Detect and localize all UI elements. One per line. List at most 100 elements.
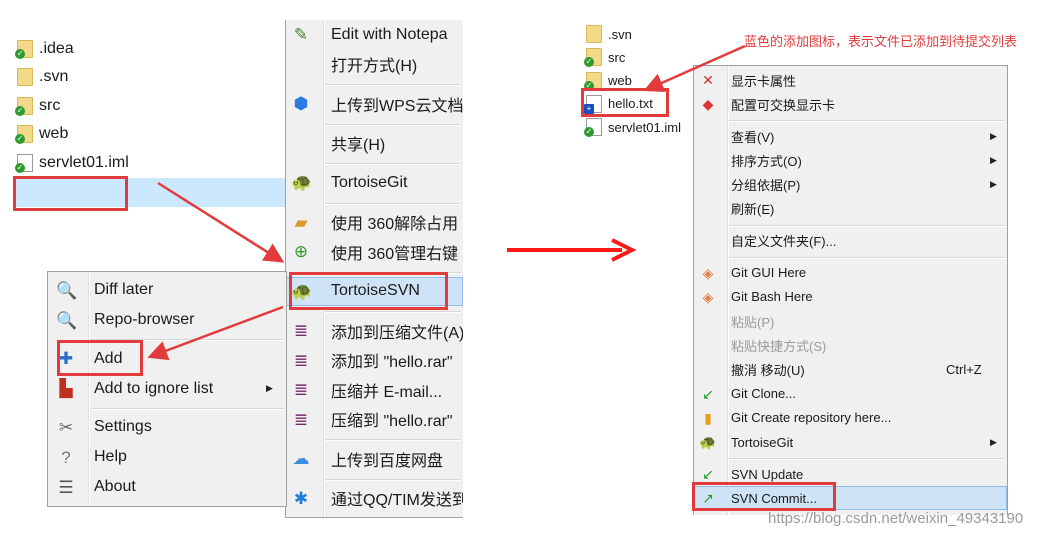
menu-item[interactable]: ✂ Settings [48,412,286,442]
tortoisegit-icon: 🐢 [699,434,717,451]
file-item[interactable]: .svn [17,64,68,90]
menu-item[interactable]: 🐢 TortoiseGit ▶ [694,430,1007,454]
file-item[interactable]: .svn [586,21,632,47]
menu-item-label: 排序方式(O) [731,153,802,169]
magnifier-icon: 🔍 [56,280,78,300]
file-item[interactable]: ✓ servlet01.iml [584,114,681,140]
file-item[interactable]: ✓ servlet01.iml [15,150,129,176]
repo-browser-icon: 🔍 [56,310,78,330]
svn-added-overlay-icon: + [584,103,594,114]
menu-item-label: 查看(V) [731,129,775,145]
menu-item-label: 通过QQ/TIM发送到 [331,492,463,510]
menu-item[interactable]: ≣ 压缩到 "hello.rar" [286,405,463,435]
menu-item[interactable]: ✕ 显示卡属性 [694,68,1007,92]
folder-icon: ✓ [584,48,602,68]
menu-item[interactable]: ✚ Add [48,344,286,374]
menu-separator [48,335,286,344]
menu-item[interactable]: ✱ 通过QQ/TIM发送到 [286,484,463,514]
menu-item[interactable]: 共享(H) [286,129,463,159]
menu-item[interactable]: 分组依据(P) ▶ [694,173,1007,197]
menu-item[interactable]: ? Help [48,442,286,472]
menu-item[interactable]: ≣ 添加到 "hello.rar" [286,346,463,376]
menu-separator [286,198,463,208]
menu-item[interactable]: 🐢 TortoiseGit [286,168,463,198]
menu-item-label: 打开方式(H) [331,58,418,76]
menu-item[interactable]: 🔍 Diff later [48,275,286,305]
menu-item[interactable]: ↙ SVN Update [694,462,1007,486]
menu-item[interactable]: 自定义文件夹(F)... [694,229,1007,253]
menu-item[interactable]: 🔍 Repo-browser [48,305,286,335]
menu-item[interactable]: ↙ Git Clone... [694,382,1007,406]
file-item[interactable]: ✓ web [15,121,68,147]
menu-item[interactable]: ◈ Git GUI Here [694,261,1007,285]
file-name: src [39,96,61,114]
menu-item[interactable]: ⬢ 上传到WPS云文档 [286,89,463,119]
file-context-menu: ✎ Edit with Notepa 打开方式(H) ⬢ 上传到WPS云文档 共享(H) 🐢… [285,20,463,518]
submenu-arrow-icon: ▶ [990,436,997,447]
submenu-arrow-icon: ▶ [990,154,997,165]
svn-normal-overlay-icon: ✓ [15,105,25,116]
svn-normal-overlay-icon: ✓ [584,57,594,68]
menu-item[interactable]: ⊕ 使用 360管理右键 [286,237,463,267]
svn-normal-overlay-icon: ✓ [584,80,594,91]
menu-item-label: Help [94,448,127,465]
settings-icon: ✂ [58,417,74,437]
folder-background-context-menu: ✕ 显示卡属性 ◆ 配置可交换显示卡 查看(V) ▶ 排序方式(O) ▶ 分组依据(P) ▶ 刷新(… [693,65,1008,515]
menu-item[interactable]: ↗ SVN Commit... [694,486,1007,511]
menu-item-label: 压缩到 "hello.rar" [331,413,453,431]
file-item[interactable]: + hello.txt [584,91,653,117]
big-next-arrowhead [611,238,637,262]
menu-item[interactable]: ◈ Git Bash Here [694,285,1007,309]
menu-item-label: 使用 360管理右键 [331,245,459,263]
menu-item[interactable]: ☁ 上传到百度网盘 [286,444,463,474]
menu-item-label: 自定义文件夹(F)... [731,234,837,250]
menu-item-label: TortoiseGit [731,434,794,450]
menu-item[interactable]: 查看(V) ▶ [694,124,1007,148]
menu-separator [286,119,463,129]
file-name: .idea [39,40,74,57]
menu-item[interactable]: ▮ Git Create repository here... [694,406,1007,430]
svn-normal-overlay-icon: ✓ [584,127,594,138]
menu-item[interactable]: 打开方式(H) [286,50,463,80]
menu-separator [694,253,1007,261]
menu-item[interactable]: ≣ 压缩并 E-mail... [286,375,463,405]
menu-item[interactable]: ✎ Edit with Notepa [286,20,463,50]
watermark: https://blog.csdn.net/weixin_49343190 [768,510,1024,527]
file-icon: ✓ [584,118,602,138]
menu-item-label: 分组依据(P) [731,178,801,194]
submenu-arrow-icon: ▶ [266,383,273,393]
menu-separator [286,306,463,316]
file-name: .svn [608,26,632,42]
submenu-arrow-icon: ▶ [990,179,997,190]
file-item[interactable]: ✓ .idea [15,36,74,62]
file-item[interactable]: ✓ src [584,44,626,70]
menu-item-label: Edit with Notepa [331,25,448,43]
file-name: src [608,49,626,65]
menu-item-label: Repo-browser [94,311,195,328]
menu-item[interactable]: ≣ 添加到压缩文件(A) [286,316,463,346]
menu-item[interactable]: ◆ 配置可交换显示卡 [694,92,1007,116]
file-icon: ✓ [15,153,33,173]
notepad-icon: ✎ [293,25,309,45]
file-icon: + [584,94,602,114]
menu-separator [286,434,463,444]
ignore-list-icon: ▙ [59,379,73,398]
360-folder-icon: ▰ [294,212,308,232]
menu-item-label: 撤消 移动(U) [731,363,805,379]
menu-item[interactable]: ▰ 使用 360解除占用 [286,208,463,238]
menu-separator [48,404,286,413]
winrar-icon: ≣ [293,409,309,429]
menu-item[interactable]: 🐢 TortoiseSVN [286,276,463,306]
file-item[interactable]: ✓ src [15,93,61,119]
menu-item-label: 粘贴快捷方式(S) [731,338,827,354]
menu-separator [694,116,1007,124]
menu-item[interactable]: ☰ About [48,472,286,502]
menu-item-label: Diff later [94,281,154,298]
file-item[interactable]: ✓ web [584,68,632,94]
menu-item[interactable]: ▙ Add to ignore list ▶ [48,374,286,404]
menu-separator [286,158,463,168]
menu-item[interactable]: 排序方式(O) ▶ [694,148,1007,172]
menu-item[interactable]: 撤消 移动(U) Ctrl+Z [694,357,1007,381]
menu-item[interactable]: 刷新(E) [694,197,1007,221]
folder-icon: ✓ [15,125,33,145]
